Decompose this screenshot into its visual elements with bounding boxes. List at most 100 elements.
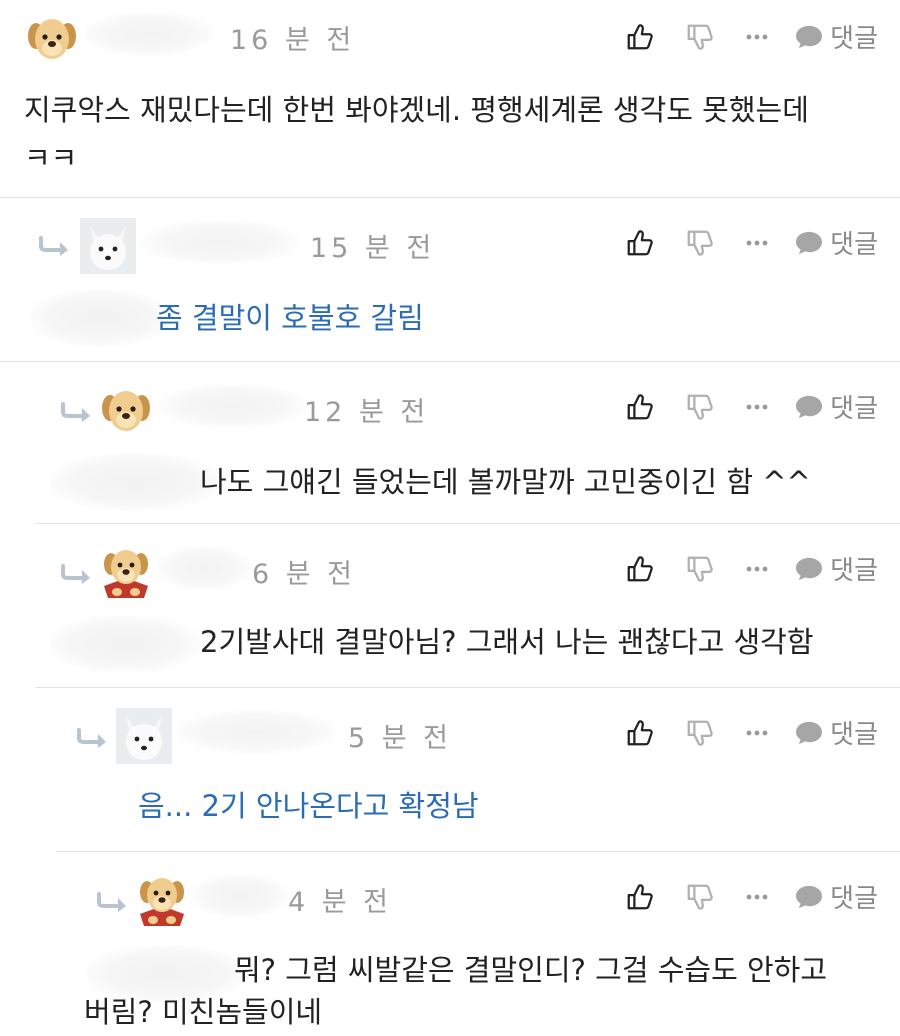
- more-button[interactable]: [742, 729, 772, 737]
- nickname-blurred: [156, 546, 252, 590]
- dog-avatar[interactable]: [24, 10, 80, 66]
- thumbs-up-icon: [625, 392, 655, 422]
- reply-label: 댓글: [830, 24, 878, 54]
- nickname-blurred: [140, 220, 300, 264]
- reply-label: 댓글: [830, 720, 878, 750]
- text-blurred: [30, 290, 170, 346]
- comment-time: 16 분 전: [230, 25, 356, 56]
- comment-6: 4 분 전 댓글 뭐? 그럼 씨발같은 결말인디? 그걸 수습도 안하고 버림?…: [0, 852, 900, 1036]
- dog-avatar[interactable]: [98, 382, 154, 438]
- dislike-button[interactable]: [684, 392, 716, 422]
- thumbs-down-icon: [685, 718, 715, 748]
- more-dots-icon: [745, 729, 769, 737]
- like-button[interactable]: [624, 718, 656, 748]
- fox-avatar[interactable]: [80, 218, 136, 274]
- comment-actions: 댓글: [624, 878, 878, 915]
- more-dots-icon: [745, 565, 769, 573]
- comment-4: 6 분 전 댓글 2기발사대 결말아님? 그래서 나는 괜찮다고 생각함: [0, 524, 900, 688]
- nickname-blurred: [176, 710, 336, 754]
- thumbs-down-icon: [685, 228, 715, 258]
- comment-time: 12 분 전: [304, 397, 430, 428]
- like-button[interactable]: [624, 228, 656, 258]
- like-button[interactable]: [624, 554, 656, 584]
- speech-bubble-icon: [794, 24, 824, 50]
- reply-button[interactable]: 댓글: [794, 878, 878, 915]
- reply-arrow-icon: [38, 236, 72, 256]
- comment-1: 16 분 전 댓글 지쿠악스 재밌다는데 한번 봐야겠네. 평행세계론 생각도 …: [0, 0, 900, 198]
- like-button[interactable]: [624, 22, 656, 52]
- speech-bubble-icon: [794, 394, 824, 420]
- nickname-blurred: [192, 874, 288, 918]
- thumbs-down-icon: [685, 22, 715, 52]
- dislike-button[interactable]: [684, 228, 716, 258]
- more-dots-icon: [745, 33, 769, 41]
- more-dots-icon: [745, 239, 769, 247]
- like-button[interactable]: [624, 882, 656, 912]
- text-blurred: [50, 454, 220, 510]
- comment-text: 좀 결말이 호불호 갈림: [156, 301, 424, 335]
- thumbs-down-icon: [685, 554, 715, 584]
- thumbs-up-icon: [625, 228, 655, 258]
- more-button[interactable]: [742, 403, 772, 411]
- speech-bubble-icon: [794, 556, 824, 582]
- dog-avatar[interactable]: [98, 542, 154, 598]
- comment-actions: 댓글: [624, 550, 878, 587]
- reply-button[interactable]: 댓글: [794, 388, 878, 425]
- speech-bubble-icon: [794, 230, 824, 256]
- fox-avatar[interactable]: [116, 708, 172, 764]
- reply-label: 댓글: [830, 230, 878, 260]
- comment-actions: 댓글: [624, 18, 878, 55]
- thumbs-down-icon: [685, 392, 715, 422]
- thumbs-up-icon: [625, 554, 655, 584]
- dislike-button[interactable]: [684, 882, 716, 912]
- comment-text-line-2: ㅋㅋ: [24, 141, 78, 175]
- more-button[interactable]: [742, 565, 772, 573]
- dog-avatar[interactable]: [134, 870, 190, 926]
- text-blurred: [50, 616, 200, 672]
- comment-actions: 댓글: [624, 388, 878, 425]
- comment-time: 5 분 전: [348, 723, 453, 754]
- dislike-button[interactable]: [684, 554, 716, 584]
- comment-time: 4 분 전: [288, 887, 393, 918]
- thumbs-up-icon: [625, 22, 655, 52]
- comment-2: 15 분 전 댓글 좀 결말이 호불호 갈림: [0, 198, 900, 362]
- thumbs-up-icon: [625, 882, 655, 912]
- reply-arrow-icon: [96, 892, 130, 912]
- reply-arrow-icon: [60, 564, 94, 584]
- comment-text: 2기발사대 결말아님? 그래서 나는 괜찮다고 생각함: [200, 625, 814, 659]
- comment-time: 6 분 전: [252, 559, 357, 590]
- more-dots-icon: [745, 403, 769, 411]
- like-button[interactable]: [624, 392, 656, 422]
- comment-text-line-1: 뭐? 그럼 씨발같은 결말인디? 그걸 수습도 안하고: [234, 953, 828, 987]
- comment-actions: 댓글: [624, 224, 878, 261]
- nickname-blurred: [84, 12, 214, 56]
- reply-button[interactable]: 댓글: [794, 18, 878, 55]
- speech-bubble-icon: [794, 884, 824, 910]
- comment-text: 음... 2기 안나온다고 확정남: [138, 789, 479, 823]
- more-button[interactable]: [742, 33, 772, 41]
- reply-label: 댓글: [830, 556, 878, 586]
- reply-label: 댓글: [830, 394, 878, 424]
- thumbs-down-icon: [685, 882, 715, 912]
- reply-button[interactable]: 댓글: [794, 714, 878, 751]
- more-button[interactable]: [742, 239, 772, 247]
- comment-3: 12 분 전 댓글 나도 그얘긴 들었는데 볼까말까 고민중이긴 함 ^^: [0, 362, 900, 524]
- comment-actions: 댓글: [624, 714, 878, 751]
- nickname-blurred: [158, 384, 308, 428]
- speech-bubble-icon: [794, 720, 824, 746]
- reply-label: 댓글: [830, 884, 878, 914]
- reply-arrow-icon: [76, 728, 110, 748]
- dislike-button[interactable]: [684, 718, 716, 748]
- comment-text: 지쿠악스 재밌다는데 한번 봐야겠네. 평행세계론 생각도 못했는데 ㅋㅋ: [24, 86, 809, 182]
- comment-time: 15 분 전: [310, 233, 436, 264]
- comment-5: 5 분 전 댓글 음... 2기 안나온다고 확정남: [0, 688, 900, 852]
- reply-button[interactable]: 댓글: [794, 550, 878, 587]
- more-dots-icon: [745, 893, 769, 901]
- comment-text: 나도 그얘긴 들었는데 볼까말까 고민중이긴 함 ^^: [200, 465, 811, 499]
- comment-text-line-2: 버림? 미친놈들이네: [84, 995, 323, 1029]
- more-button[interactable]: [742, 893, 772, 901]
- dislike-button[interactable]: [684, 22, 716, 52]
- thumbs-up-icon: [625, 718, 655, 748]
- reply-button[interactable]: 댓글: [794, 224, 878, 261]
- reply-arrow-icon: [60, 402, 94, 422]
